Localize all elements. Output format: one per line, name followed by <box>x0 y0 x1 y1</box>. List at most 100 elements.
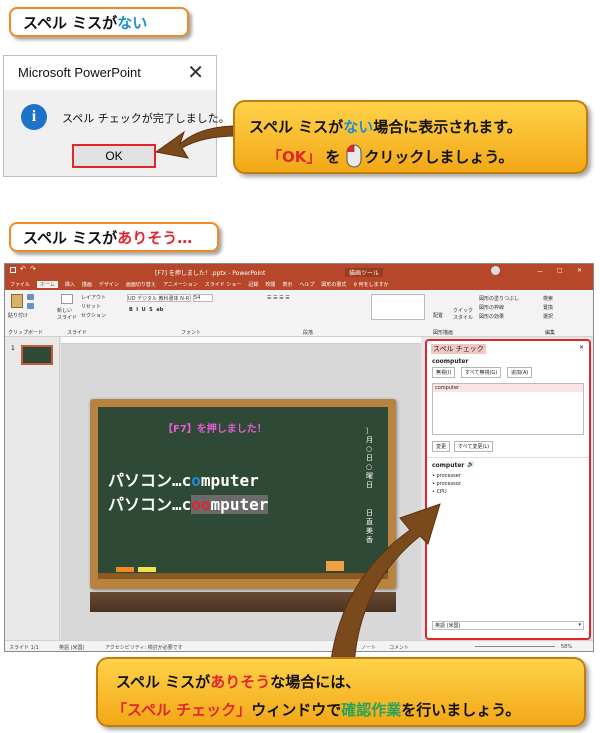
minimize-button[interactable]: ー <box>537 267 543 276</box>
chalk-piece <box>116 567 134 572</box>
tab-design[interactable]: デザイン <box>99 281 119 288</box>
new-slide-label[interactable]: 新しい スライド <box>57 307 77 321</box>
callout-accent: 確認作業 <box>341 701 402 719</box>
callout-accent: ない <box>343 118 374 136</box>
font-format-buttons[interactable]: B I U S ab <box>129 307 163 313</box>
synonym-text: processor <box>436 481 461 487</box>
redo-icon[interactable]: ↷ <box>30 265 36 273</box>
mouse-icon <box>346 144 362 168</box>
title-bar: ↶ ↷ [F7] を押しました！.pptx - PowerPoint 描画ツール… <box>5 264 593 278</box>
callout-text: スペル ミスが <box>116 673 211 691</box>
layout-button[interactable]: レイアウト <box>81 294 106 301</box>
tab-draw[interactable]: 描画 <box>82 281 92 288</box>
callout-text: 場合に表示されます。 <box>373 118 522 136</box>
ribbon: 貼り付け クリップボード 新しい スライド レイアウト リセット セクション ス… <box>5 290 593 337</box>
slide-thumbnails: 1 <box>5 337 60 640</box>
tab-insert[interactable]: 挿入 <box>65 281 75 288</box>
change-button[interactable]: 変更 <box>432 441 451 452</box>
slides-group: スライド <box>67 330 88 336</box>
tab-review[interactable]: 校閲 <box>265 281 275 288</box>
paragraph-buttons[interactable]: ☰ ☰ ☰ ☰ <box>267 295 290 301</box>
slide-line-correct: パソコン…computer <box>108 467 259 491</box>
shape-outline-button[interactable]: 図形の枠線 <box>479 304 504 311</box>
select-button[interactable]: 選択 <box>543 313 553 320</box>
callout-ok-text: 「OK」 <box>267 147 322 166</box>
shape-fill-button[interactable]: 図形の塗りつぶし <box>479 295 519 302</box>
font-name-select[interactable]: UD デジタル 教科書体 N-R <box>127 294 191 302</box>
zoom-slider[interactable] <box>475 646 555 647</box>
find-button[interactable]: 検索 <box>543 295 553 302</box>
shapes-gallery[interactable] <box>371 294 425 320</box>
suggestion-list[interactable]: computer <box>432 383 584 435</box>
change-all-button[interactable]: すべて変更(L) <box>454 441 494 452</box>
slide-date-vertical: 〕月○日 ○曜日 <box>366 427 373 489</box>
close-icon[interactable]: ✕ <box>187 60 204 84</box>
ribbon-tabs: ファイル ホーム 挿入 描画 デザイン 画面切り替え アニメーション スライド … <box>5 278 593 290</box>
user-avatar[interactable] <box>491 266 500 275</box>
tab-record[interactable]: 記録 <box>248 281 258 288</box>
save-icon[interactable] <box>10 267 16 273</box>
synonym-text: processer <box>436 473 461 479</box>
undo-icon[interactable]: ↶ <box>20 265 26 273</box>
callout-accent: 「スペル チェック」 <box>112 701 252 719</box>
tab-view[interactable]: 表示 <box>282 281 292 288</box>
drawing-group: 図形描画 <box>433 330 454 336</box>
chalk-piece <box>138 567 156 572</box>
pane-close-icon[interactable]: ✕ <box>579 344 584 351</box>
tab-slideshow[interactable]: スライド ショー <box>205 281 242 288</box>
slide-thumbnail[interactable] <box>21 345 53 365</box>
thumbnail-number: 1 <box>11 345 15 352</box>
status-language[interactable]: 英語 (米国) <box>59 644 85 651</box>
window-close-button[interactable]: ✕ <box>577 267 582 274</box>
arrow-to-spell-pane-icon <box>329 503 441 669</box>
replace-button[interactable]: 置換 <box>543 304 553 311</box>
definition-word: computer <box>432 462 465 469</box>
font-size-select[interactable]: 54 <box>193 294 213 302</box>
maximize-button[interactable]: □ <box>557 267 563 274</box>
status-slide: スライド 1/1 <box>9 645 39 651</box>
ok-button[interactable]: OK <box>72 144 156 168</box>
powerpoint-window: ↶ ↷ [F7] を押しました！.pptx - PowerPoint 描画ツール… <box>4 263 594 652</box>
tab-home[interactable]: ホーム <box>37 280 58 288</box>
synonym-item: • processer <box>432 473 461 479</box>
possible-misspelling-label: スペル ミスが ありそう… <box>9 222 219 252</box>
tab-transitions[interactable]: 画面切り替え <box>126 281 156 288</box>
label-accent: ありそう… <box>117 228 193 247</box>
copy-icon[interactable] <box>27 303 34 309</box>
reset-button[interactable]: リセット <box>81 303 101 310</box>
dialog-title: Microsoft PowerPoint <box>4 56 216 90</box>
line-text: パソコン…c <box>108 471 192 490</box>
cut-icon[interactable] <box>27 294 34 300</box>
tab-help[interactable]: ヘルプ <box>299 281 314 288</box>
pane-divider <box>427 457 589 458</box>
font-group: フォント <box>181 330 202 336</box>
callout-text: を行いましょう。 <box>401 701 521 719</box>
section-button[interactable]: セクション <box>81 312 106 319</box>
line-text: mputer <box>200 471 259 490</box>
tab-animations[interactable]: アニメーション <box>163 281 198 288</box>
callout-text: ウィンドウで <box>251 701 342 719</box>
paste-label[interactable]: 貼り付け <box>8 312 28 319</box>
paragraph-group: 段落 <box>303 330 314 336</box>
callout-accent: ありそう <box>210 673 271 691</box>
line-highlight: o <box>191 471 201 490</box>
add-button[interactable]: 追加(A) <box>507 367 533 378</box>
clipboard-group: クリップボード <box>8 330 44 336</box>
new-slide-icon[interactable] <box>61 294 73 304</box>
no-misspelling-label: スペル ミスが ない <box>9 7 189 37</box>
tool-tab-header: 描画ツール <box>345 268 384 277</box>
ignore-button[interactable]: 無視(I) <box>432 367 456 378</box>
status-accessibility[interactable]: アクセシビリティ: 検討が必要です <box>105 644 183 651</box>
zoom-level[interactable]: 58% <box>561 644 572 650</box>
suggestion-item[interactable]: computer <box>433 384 583 392</box>
paste-icon[interactable] <box>11 294 23 308</box>
arrange-button[interactable]: 配置 <box>433 312 443 319</box>
speaker-icon[interactable]: 🔊 <box>467 461 474 468</box>
ignore-all-button[interactable]: すべて無視(G) <box>461 367 502 378</box>
tab-file[interactable]: ファイル <box>10 281 30 288</box>
shape-effects-button[interactable]: 図形の効果 <box>479 313 504 320</box>
tell-me-search[interactable]: ♀ 何をしますか <box>353 281 388 288</box>
label-text: スペル ミスが <box>23 228 118 247</box>
tab-shape-format[interactable]: 図形の書式 <box>321 281 346 288</box>
quick-styles-button[interactable]: クイック スタイル <box>453 307 473 321</box>
